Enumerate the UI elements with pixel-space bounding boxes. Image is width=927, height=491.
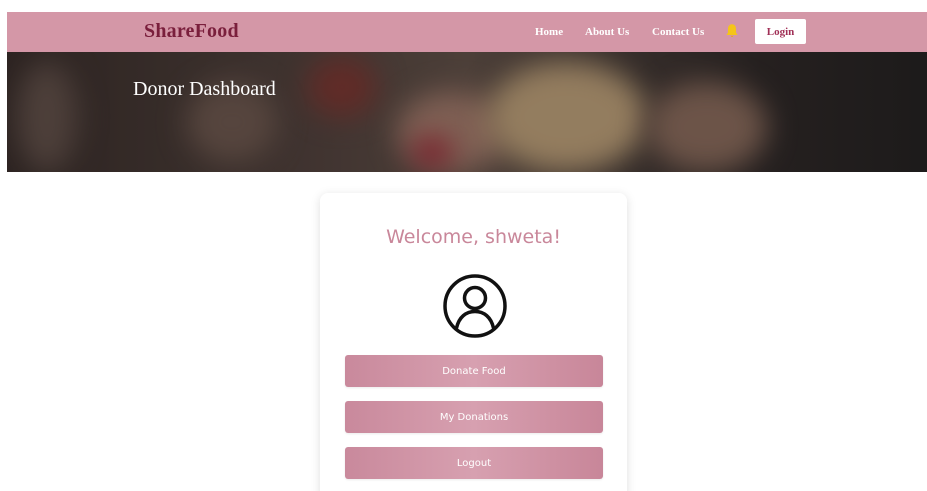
- page-title: Donor Dashboard: [133, 78, 276, 100]
- bell-icon[interactable]: [725, 23, 739, 39]
- nav-link-contact-us[interactable]: Contact Us: [652, 26, 704, 38]
- hero-banner: Donor Dashboard: [7, 52, 927, 172]
- welcome-heading: Welcome, shweta!: [386, 226, 561, 248]
- user-avatar-icon: [443, 274, 507, 338]
- logout-button[interactable]: Logout: [345, 447, 603, 479]
- my-donations-button[interactable]: My Donations: [345, 401, 603, 433]
- nav-link-home[interactable]: Home: [535, 26, 563, 38]
- nav-link-about-us[interactable]: About Us: [585, 26, 629, 38]
- dashboard-card: Welcome, shweta! Donate Food My Donation…: [320, 193, 627, 491]
- brand-logo[interactable]: ShareFood: [144, 20, 239, 43]
- login-button[interactable]: Login: [755, 19, 806, 44]
- page: ShareFood Home About Us Contact Us Login…: [0, 0, 927, 491]
- hero-overlay: [7, 52, 927, 172]
- donate-food-button[interactable]: Donate Food: [345, 355, 603, 387]
- navbar: ShareFood Home About Us Contact Us Login: [7, 12, 927, 52]
